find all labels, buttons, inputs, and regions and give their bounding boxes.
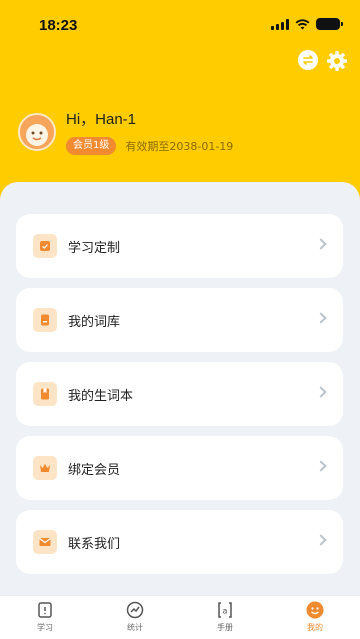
notebook-icon [33,382,57,406]
bottom-tab-bar: 学习 统计 a 手册 我的 [0,595,360,639]
wifi-icon [295,18,310,29]
wordbook-icon [33,308,57,332]
status-icons [271,18,343,30]
menu-item-wordbank[interactable]: 我的词库 [16,288,343,352]
menu-item-label: 联系我们 [68,536,121,552]
tab-handbook[interactable]: a 手册 [180,596,270,639]
menu-item-label: 绑定会员 [68,462,121,478]
menu-item-label: 学习定制 [68,240,121,256]
status-time: 18:23 [39,17,78,34]
status-bar: 18:23 [0,0,360,52]
top-actions [298,50,348,72]
greeting-text: Hi，Han-1 [66,111,137,128]
crown-icon [33,456,57,480]
mail-icon [33,530,57,554]
chevron-right-icon [315,386,327,398]
customize-icon [33,234,57,258]
chevron-right-icon [315,460,327,472]
menu-item-contact-us[interactable]: 联系我们 [16,510,343,574]
tab-stats[interactable]: 统计 [90,596,180,639]
tab-label: 手册 [217,623,233,632]
member-level-badge: 会员1级 [66,137,117,155]
tab-mine[interactable]: 我的 [270,596,360,639]
settings-button[interactable] [326,50,348,72]
signal-icon [271,18,289,30]
menu-panel: 学习定制 我的词库 我的生词本 绑定会员 联系我们 [0,182,360,595]
chevron-right-icon [315,312,327,324]
gear-icon [327,51,347,71]
menu-item-label: 我的词库 [68,314,121,330]
menu-item-label: 我的生词本 [68,388,134,404]
tab-study[interactable]: 学习 [0,596,90,639]
avatar[interactable] [18,112,56,151]
study-icon [36,601,54,619]
tab-label: 我的 [307,623,323,632]
switch-arrows-icon [303,55,313,65]
chevron-right-icon [315,534,327,546]
switch-button[interactable] [298,50,318,70]
svg-text:a: a [223,607,228,616]
smiley-avatar-icon [20,114,54,149]
profile-smile-icon [306,601,324,619]
handbook-icon: a [216,601,234,619]
menu-item-bind-membership[interactable]: 绑定会员 [16,436,343,500]
validity-date: 有效期至2038-01-19 [125,140,234,153]
menu-item-vocab-notebook[interactable]: 我的生词本 [16,362,343,426]
stats-icon [126,601,144,619]
battery-icon [316,18,343,30]
chevron-right-icon [315,238,327,250]
tab-label: 统计 [127,623,143,632]
tab-label: 学习 [37,623,53,632]
profile-section: Hi，Han-1 会员1级 有效期至2038-01-19 [18,108,233,155]
menu-item-study-customize[interactable]: 学习定制 [16,214,343,278]
